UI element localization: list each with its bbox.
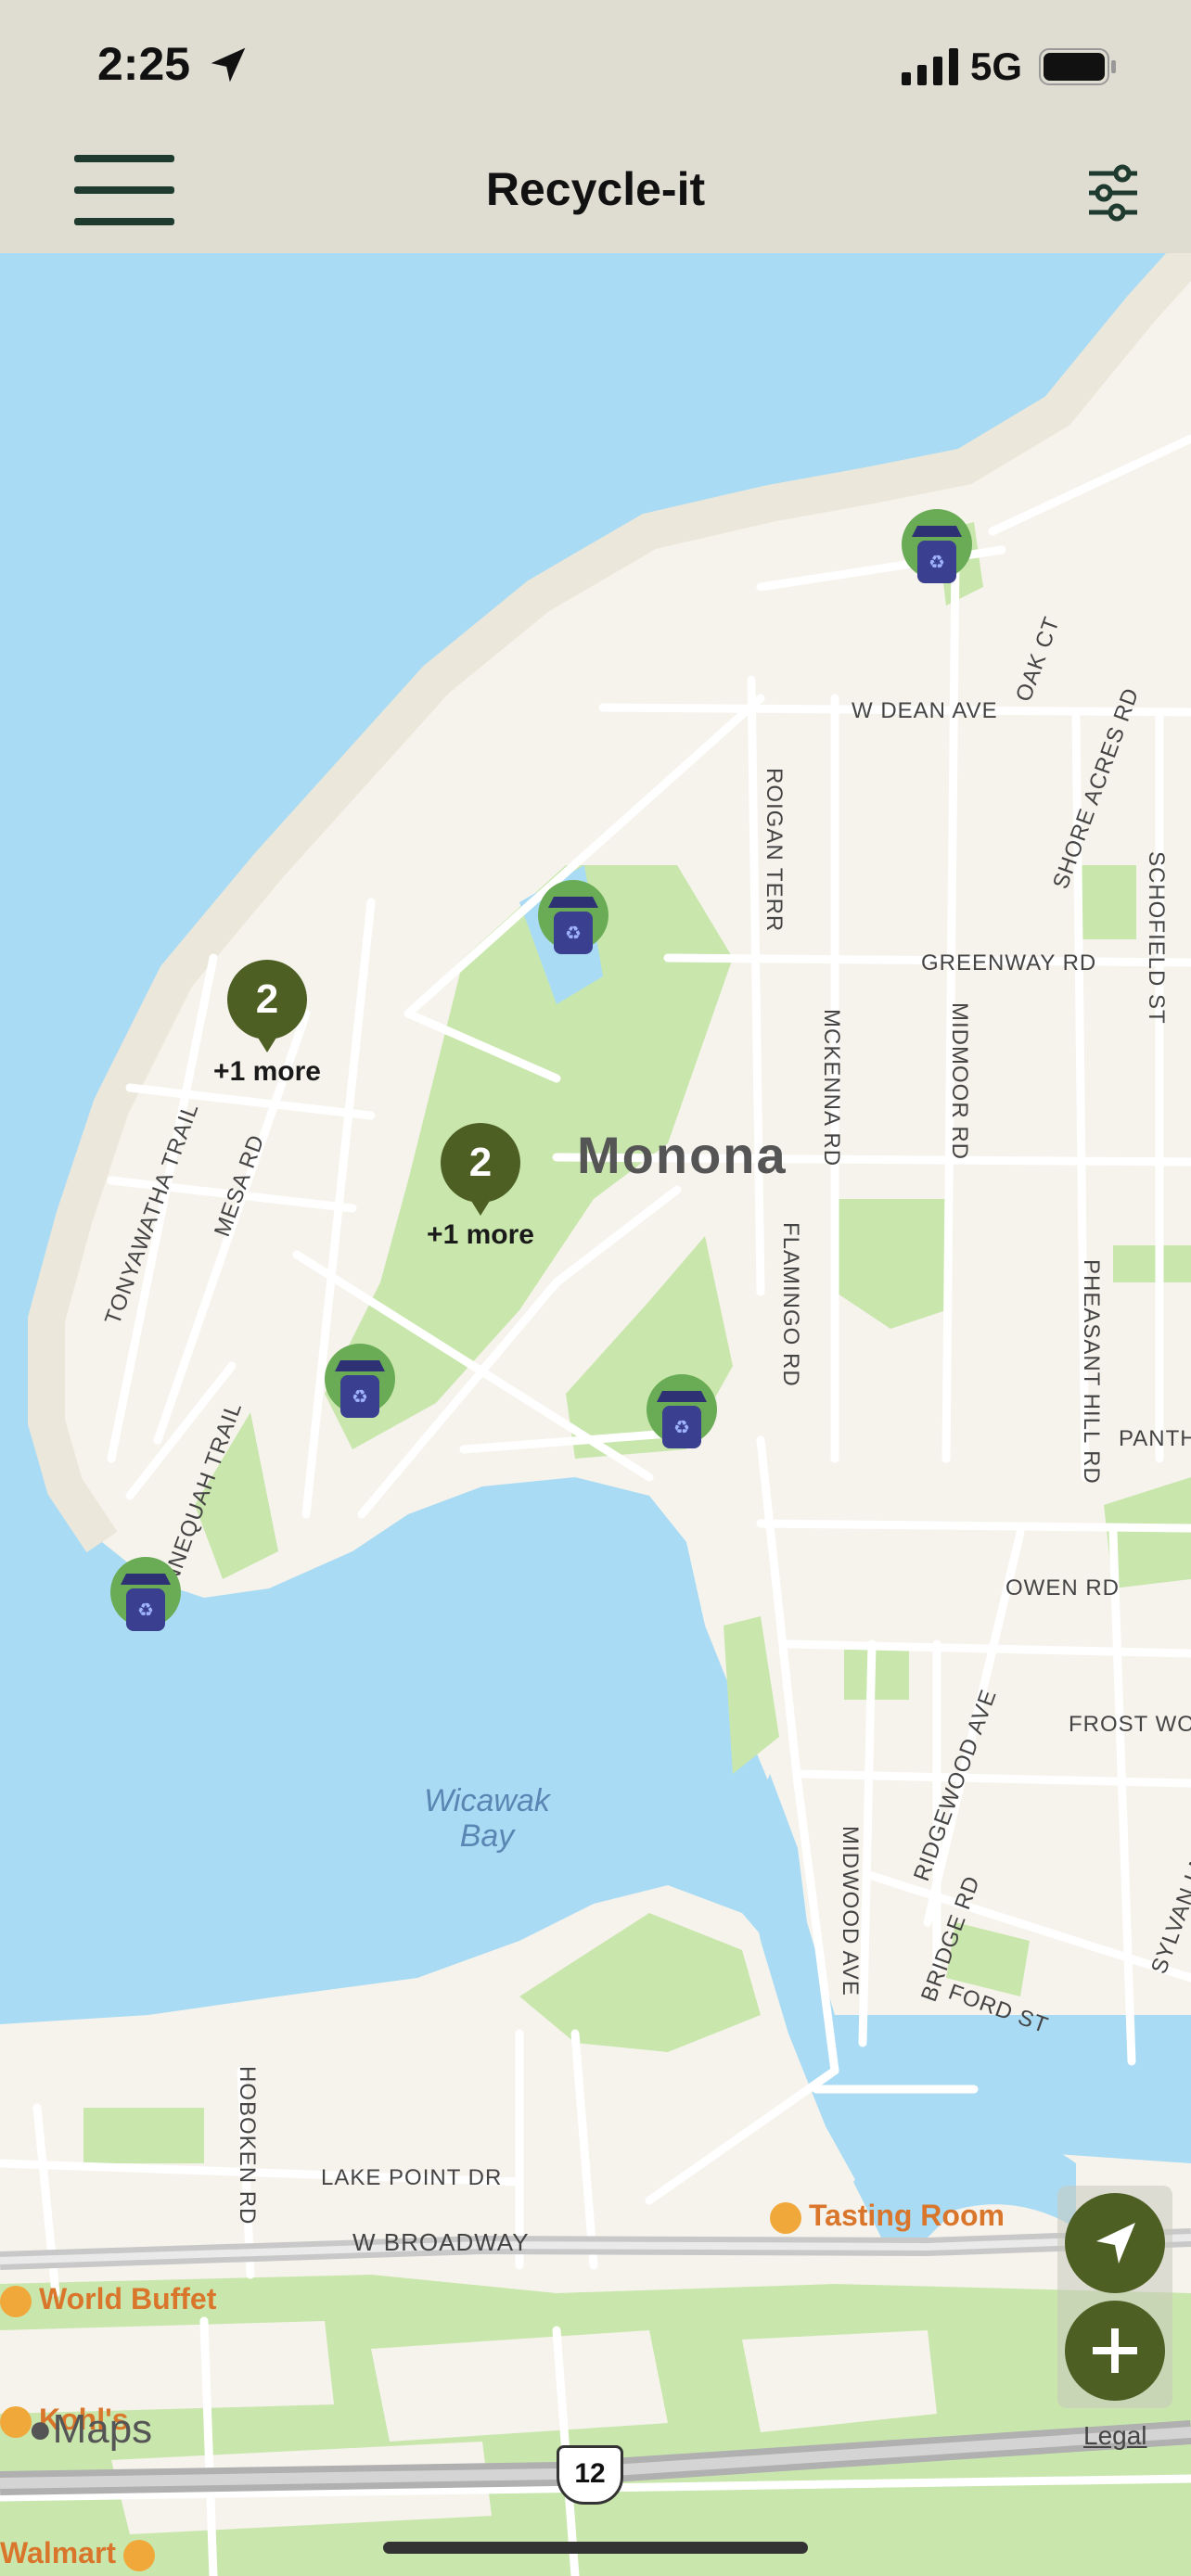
street-label: HOBOKEN RD xyxy=(235,2066,260,2225)
map-controls xyxy=(1057,2186,1172,2408)
poi-walmart[interactable]: Walmart xyxy=(0,2536,162,2571)
cluster-more-label: +1 more xyxy=(427,1219,534,1250)
poi-icon xyxy=(770,2201,801,2234)
street-label: FROST WO xyxy=(1069,1712,1191,1737)
svg-text:♻: ♻ xyxy=(673,1418,690,1438)
apple-logo-icon: ● xyxy=(28,2406,53,2452)
poi-icon xyxy=(0,2285,32,2317)
street-label: PANTH xyxy=(1119,1426,1191,1451)
network-type: 5G xyxy=(970,45,1023,88)
cluster-count: 2 xyxy=(227,960,307,1052)
recycle-bin-icon[interactable]: ♻ xyxy=(895,505,979,589)
street-label: ROIGAN TERR xyxy=(762,768,787,933)
place-label: Monona xyxy=(577,1126,788,1184)
location-arrow-status-icon xyxy=(211,47,246,83)
street-label: W BROADWAY xyxy=(352,2228,530,2256)
recycle-bin-icon[interactable]: ♻ xyxy=(640,1371,724,1454)
sliders-filter-icon[interactable] xyxy=(1087,162,1139,223)
svg-text:♻: ♻ xyxy=(928,553,945,573)
map-view[interactable]: W DEAN AVE OAK CT SHORE ACRES RD ROIGAN … xyxy=(0,253,1191,2576)
poi-tasting-room[interactable]: Tasting Room xyxy=(770,2199,1005,2234)
maps-attribution: ●Maps xyxy=(28,2406,152,2453)
poi-icon xyxy=(123,2539,156,2571)
map-base xyxy=(0,253,1191,2576)
app-header: Recycle-it xyxy=(0,134,1191,253)
recycle-bin-icon[interactable]: ♻ xyxy=(104,1553,187,1637)
home-indicator[interactable] xyxy=(383,2542,808,2554)
marker-cluster[interactable]: 2 +1 more xyxy=(406,1123,555,1251)
location-arrow-icon[interactable] xyxy=(1065,2193,1165,2293)
poi-world-buffet[interactable]: World Buffet xyxy=(0,2282,216,2317)
recycle-bin-icon[interactable]: ♻ xyxy=(318,1340,402,1423)
street-label: MIDMOOR RD xyxy=(947,1002,972,1160)
poi-label: World Buffet xyxy=(39,2282,217,2315)
street-label: MIDWOOD AVE xyxy=(838,1826,863,1996)
street-label: W DEAN AVE xyxy=(852,698,998,723)
bay-label: Wicawak Bay xyxy=(424,1783,550,1854)
highway-number: 12 xyxy=(574,2458,606,2489)
street-label: SCHOFIELD ST xyxy=(1144,851,1169,1025)
recycle-bin-icon[interactable]: ♻ xyxy=(531,876,615,960)
app-title: Recycle-it xyxy=(485,163,706,215)
status-time: 2:25 xyxy=(97,38,191,90)
poi-label: Tasting Room xyxy=(809,2199,1005,2232)
signal-icon xyxy=(902,48,958,85)
poi-icon xyxy=(0,2405,32,2438)
street-label: GREENWAY RD xyxy=(921,950,1097,976)
street-label: LAKE POINT DR xyxy=(321,2165,503,2190)
street-label: OWEN RD xyxy=(1005,1575,1120,1600)
cluster-count: 2 xyxy=(441,1123,520,1216)
marker-cluster[interactable]: 2 +1 more xyxy=(193,960,341,1088)
svg-text:♻: ♻ xyxy=(565,924,582,944)
svg-text:♻: ♻ xyxy=(137,1600,154,1621)
poi-label: Walmart xyxy=(0,2536,117,2570)
maps-attribution-text: Maps xyxy=(52,2406,153,2452)
svg-text:♻: ♻ xyxy=(352,1387,368,1408)
battery-icon xyxy=(1039,48,1116,85)
street-label: FLAMINGO RD xyxy=(778,1222,803,1387)
highway-shield: 12 xyxy=(557,2445,623,2505)
status-bar: 2:25 5G xyxy=(0,0,1191,134)
legal-link[interactable]: Legal xyxy=(1083,2421,1147,2451)
plus-icon[interactable] xyxy=(1065,2301,1165,2401)
street-label: PHEASANT HILL RD xyxy=(1079,1259,1104,1485)
cluster-more-label: +1 more xyxy=(213,1056,321,1087)
street-label: MCKENNA RD xyxy=(819,1009,844,1167)
